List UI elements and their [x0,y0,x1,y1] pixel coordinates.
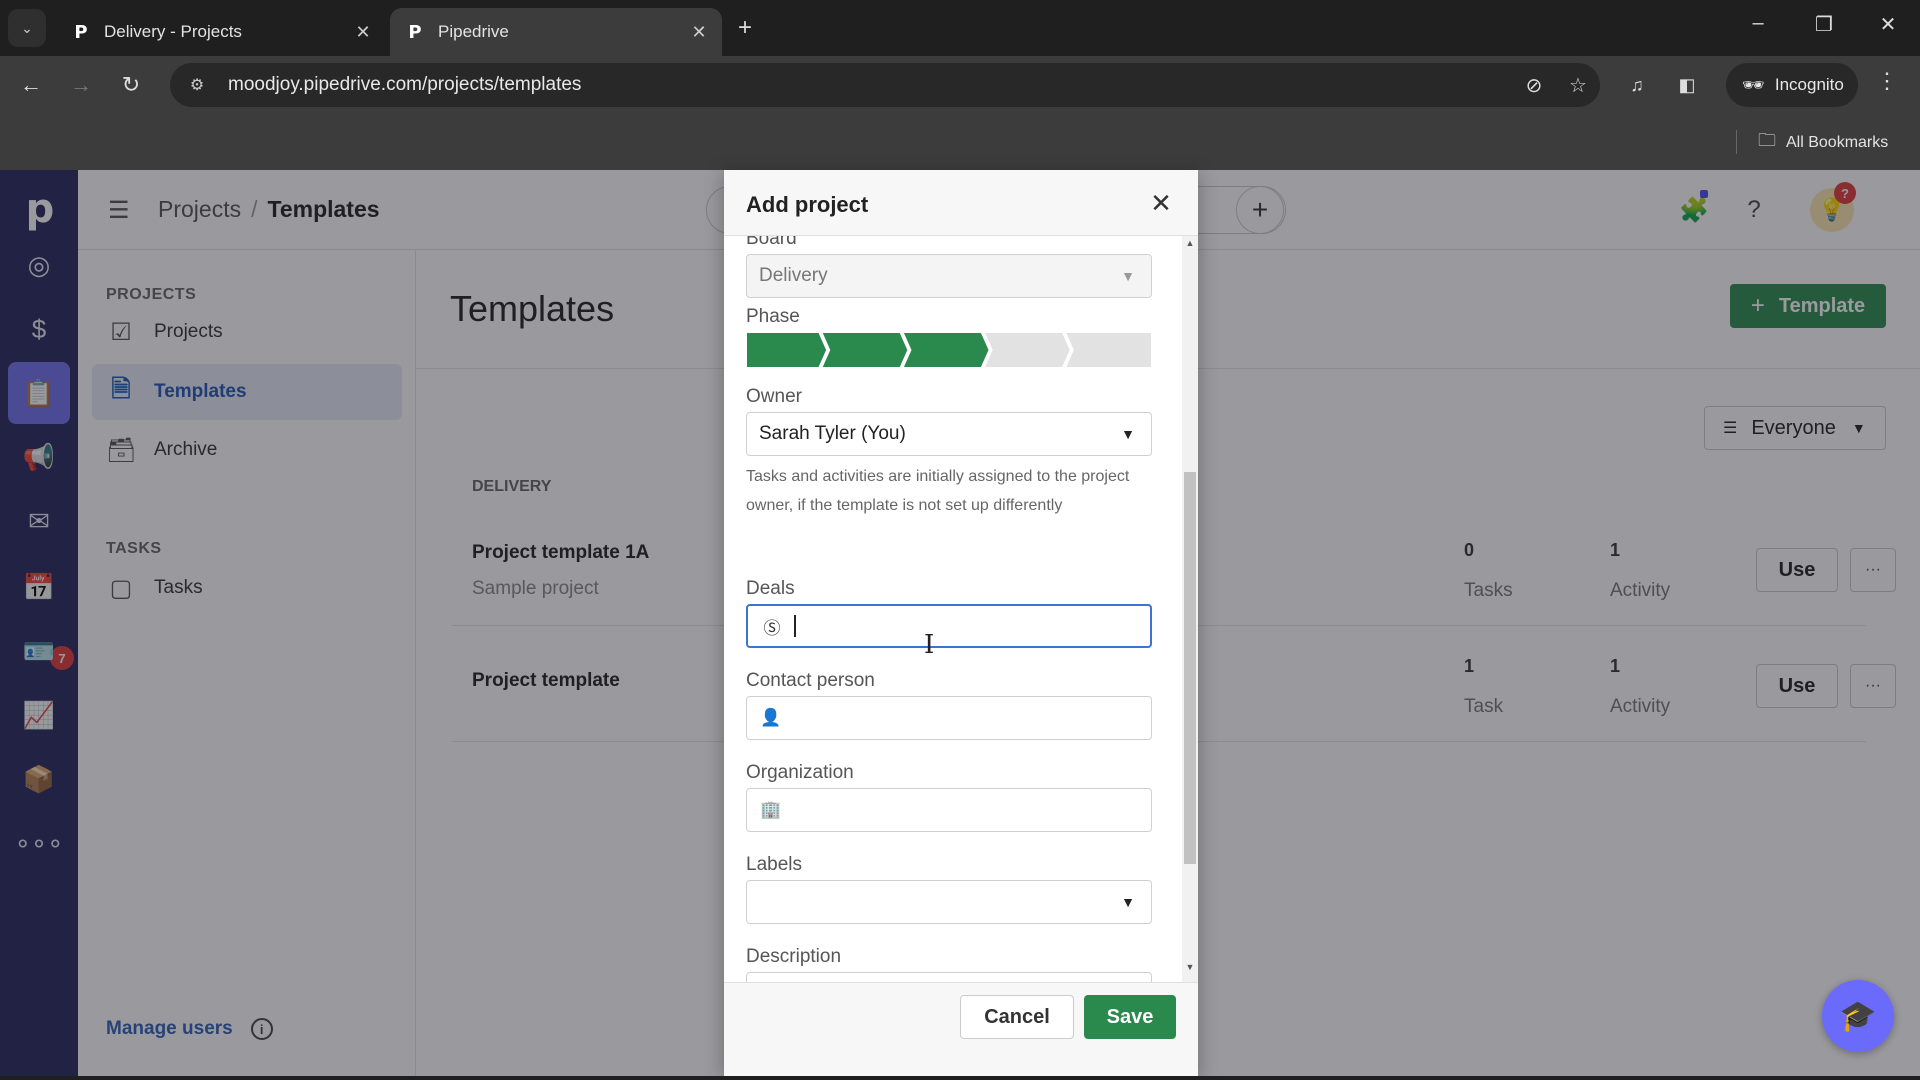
scroll-down-arrow-icon[interactable]: ▼ [1182,962,1198,980]
new-tab-button[interactable]: + [730,14,760,42]
modal-header: Add project ✕ [724,170,1198,236]
description-textarea[interactable] [746,972,1152,982]
tab-pipedrive[interactable]: P Pipedrive ✕ [390,8,722,56]
person-icon: 👤 [760,708,782,727]
close-modal-icon[interactable]: ✕ [1144,186,1178,220]
caret-down-icon: ▼ [1121,426,1135,442]
academy-button[interactable]: 🎓 [1822,980,1894,1052]
board-label: Board [746,236,797,249]
description-label: Description [746,946,842,967]
owner-label: Owner [746,386,802,407]
pipedrive-favicon-icon: P [74,21,88,43]
text-cursor [794,615,796,637]
bookmark-star-icon[interactable]: ☆ [1556,73,1600,98]
scroll-up-arrow-icon[interactable]: ▲ [1182,238,1198,256]
contact-person-input[interactable]: 👤 [746,696,1152,740]
owner-select[interactable]: Sarah Tyler (You) ▼ [746,412,1152,456]
dollar-circle-icon: Ⓢ [763,618,781,638]
mouse-ibeam-cursor: I [924,630,935,660]
phase-step-3[interactable] [901,332,991,368]
board-value: Delivery [759,265,828,286]
incognito-label: Incognito [1774,75,1844,94]
phase-label: Phase [746,306,800,327]
browser-toolbar: ← → ↻ ⚙ moodjoy.pipedrive.com/projects/t… [0,56,1920,114]
chevron-down-icon: ⌄ [21,19,33,36]
restore-icon[interactable]: ❐ [1804,12,1844,37]
browser-menu-icon[interactable]: ⋮ [1876,68,1898,94]
tab-search-button[interactable]: ⌄ [8,9,46,47]
modal-title: Add project [746,192,869,217]
close-tab-icon[interactable]: ✕ [684,22,714,43]
pipedrive-favicon-icon: P [408,21,422,43]
phase-step-2[interactable] [820,332,910,368]
modal-footer: Cancel Save [724,982,1198,1076]
graduation-cap-icon: 🎓 [1839,999,1877,1033]
caret-down-icon: ▼ [1121,268,1135,284]
close-tab-icon[interactable]: ✕ [348,22,378,43]
side-panel-icon[interactable]: ◧ [1670,68,1704,102]
cancel-button[interactable]: Cancel [960,995,1074,1039]
window-close-icon[interactable]: ✕ [1868,12,1908,37]
phase-step-1[interactable] [746,332,829,368]
url-text[interactable]: moodjoy.pipedrive.com/projects/templates [228,74,1512,96]
screen-bottom-edge [0,1076,1920,1080]
building-icon: 🏢 [760,800,782,819]
organization-label: Organization [746,762,854,783]
owner-value: Sarah Tyler (You) [759,423,906,444]
back-icon[interactable]: ← [14,68,48,102]
add-project-modal: Add project ✕ Board Delivery ▼ Phase Own… [724,170,1198,1076]
reload-icon[interactable]: ↻ [114,68,148,102]
tab-title: Pipedrive [438,22,509,41]
contact-label: Contact person [746,670,875,691]
folder-icon: 🗀 [1758,130,1776,150]
address-bar[interactable]: ⚙ moodjoy.pipedrive.com/projects/templat… [170,63,1600,107]
browser-tab-bar: ⌄ P Delivery - Projects ✕ P Pipedrive ✕ … [0,0,1920,56]
caret-down-icon: ▼ [1121,894,1135,910]
incognito-icon: 🕶 [1742,74,1765,95]
labels-label: Labels [746,854,802,875]
all-bookmarks-label: All Bookmarks [1786,134,1889,151]
media-control-icon[interactable]: ♫ [1620,68,1654,102]
modal-body: Board Delivery ▼ Phase Owner Sarah Tyler… [724,236,1182,982]
deals-label: Deals [746,578,795,599]
all-bookmarks-button[interactable]: 🗀 All Bookmarks [1758,128,1888,158]
deals-input[interactable]: Ⓢ [746,604,1152,648]
board-select[interactable]: Delivery ▼ [746,254,1152,298]
forward-icon[interactable]: → [64,68,98,102]
labels-select[interactable]: ▼ [746,880,1152,924]
phase-selector[interactable] [746,332,1152,368]
incognito-indicator[interactable]: 🕶 Incognito [1726,63,1858,107]
site-settings-icon[interactable]: ⚙ [182,75,212,95]
save-button[interactable]: Save [1084,995,1176,1039]
tab-title: Delivery - Projects [104,22,242,41]
owner-hint: Tasks and activities are initially assig… [746,468,1130,514]
eye-off-icon[interactable]: ⊘ [1512,73,1556,98]
bookmarks-divider [1736,130,1737,154]
scrollbar-thumb[interactable] [1184,472,1196,864]
minimize-icon[interactable]: – [1738,12,1778,35]
organization-input[interactable]: 🏢 [746,788,1152,832]
phase-step-5[interactable] [1063,332,1152,368]
tab-delivery-projects[interactable]: P Delivery - Projects ✕ [56,8,386,56]
modal-scrollbar[interactable]: ▲ ▼ [1182,236,1198,982]
bookmarks-bar: 🗀 All Bookmarks [0,114,1920,170]
phase-step-4[interactable] [982,332,1072,368]
